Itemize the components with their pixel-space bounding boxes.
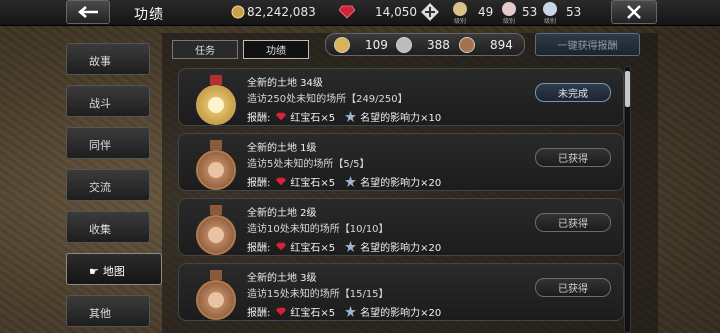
back-arrow-icon [78, 6, 98, 18]
achievement-row: 全新的土地 3级 造访15处未知的场所【15/15】 报酬: 红宝石×5 名望的… [178, 263, 624, 321]
achievement-list: 全新的土地 34级 造访250处未知的场所【249/250】 报酬: 红宝石×5… [170, 64, 630, 333]
scroll-thumb[interactable] [625, 71, 630, 107]
ruby-icon [276, 112, 287, 121]
nav-item-collection[interactable]: 收集 [66, 211, 150, 243]
ruby-icon [276, 242, 287, 251]
level-pink-value: 53 [522, 5, 538, 19]
fame-icon [345, 111, 357, 122]
medal-count-bar: 109 388 894 [325, 33, 525, 56]
bronze-medal-icon [459, 37, 475, 53]
pointing-hand-icon: ☛ [89, 265, 99, 278]
level-gold-value: 49 [478, 5, 494, 19]
add-gems-icon[interactable] [421, 3, 439, 21]
list-scrollbar[interactable] [624, 66, 631, 333]
nav-item-social[interactable]: 交流 [66, 169, 150, 201]
level-blue-icon: 级别 [541, 2, 559, 25]
back-button[interactable] [66, 0, 110, 24]
ruby-icon [276, 177, 287, 186]
ruby-icon [339, 5, 355, 19]
silver-medal-icon [396, 37, 412, 53]
tab-quests[interactable]: 任务 [172, 40, 238, 59]
fame-icon [345, 306, 357, 317]
achievement-row: 全新的土地 2级 造访10处未知的场所【10/10】 报酬: 红宝石×5 名望的… [178, 198, 624, 256]
nav-item-battle[interactable]: 战斗 [66, 85, 150, 117]
top-bar: 功绩 82,242,083 14,050 级别 49 级别 53 级别 53 [0, 0, 720, 26]
level-blue-value: 53 [566, 5, 582, 19]
bronze-medal-count: 894 [490, 38, 513, 52]
silver-medal-count: 388 [427, 38, 450, 52]
status-button-obtained[interactable]: 已获得 [535, 148, 611, 167]
status-button-obtained[interactable]: 已获得 [535, 278, 611, 297]
gem-amount: 14,050 [375, 5, 417, 19]
gold-medal-icon [334, 37, 350, 53]
achievement-row: 全新的土地 34级 造访250处未知的场所【249/250】 报酬: 红宝石×5… [178, 68, 624, 126]
status-button-obtained[interactable]: 已获得 [535, 213, 611, 232]
bronze-medal-icon [193, 205, 239, 263]
fame-icon [345, 176, 357, 187]
page-title: 功绩 [134, 7, 164, 23]
ruby-icon [276, 307, 287, 316]
level-pink-icon: 级别 [500, 2, 518, 25]
level-gold-icon: 级别 [451, 2, 469, 25]
gold-medal-icon [193, 75, 239, 133]
nav-item-map[interactable]: ☛ 地图 [66, 253, 162, 285]
status-button-incomplete[interactable]: 未完成 [535, 83, 611, 102]
fame-icon [345, 241, 357, 252]
nav-item-story[interactable]: 故事 [66, 43, 150, 75]
claim-all-button[interactable]: 一键获得报酬 [535, 33, 640, 56]
bronze-medal-icon [193, 270, 239, 328]
tab-achievements[interactable]: 功绩 [243, 40, 309, 59]
gold-medal-count: 109 [365, 38, 388, 52]
close-icon [627, 5, 641, 19]
bronze-medal-icon [193, 140, 239, 198]
close-button[interactable] [611, 0, 657, 24]
gold-amount: 82,242,083 [247, 5, 316, 19]
achievement-row: 全新的土地 1级 造访5处未知的场所【5/5】 报酬: 红宝石×5 名望的影响力… [178, 133, 624, 191]
gold-coin-icon [231, 5, 245, 19]
nav-item-other[interactable]: 其他 [66, 295, 150, 327]
nav-item-companions[interactable]: 同伴 [66, 127, 150, 159]
